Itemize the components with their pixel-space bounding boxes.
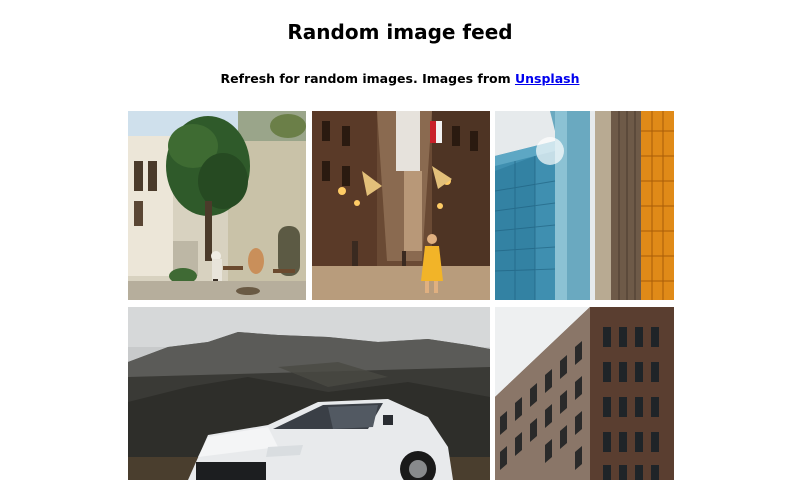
image-street-tree[interactable] — [128, 111, 306, 300]
image-grid — [128, 111, 674, 480]
page-title: Random image feed — [287, 20, 513, 44]
image-street-woman[interactable] — [312, 111, 490, 300]
unsplash-link[interactable]: Unsplash — [515, 71, 580, 86]
image-brick-building[interactable] — [495, 307, 674, 480]
image-skyscrapers[interactable] — [495, 111, 674, 300]
page: Random image feed Refresh for random ima… — [0, 0, 800, 480]
page-subtitle: Refresh for random images. Images from U… — [0, 71, 800, 86]
subtitle-text: Refresh for random images. Images from — [220, 71, 515, 86]
image-suv-mountain[interactable] — [128, 307, 490, 480]
